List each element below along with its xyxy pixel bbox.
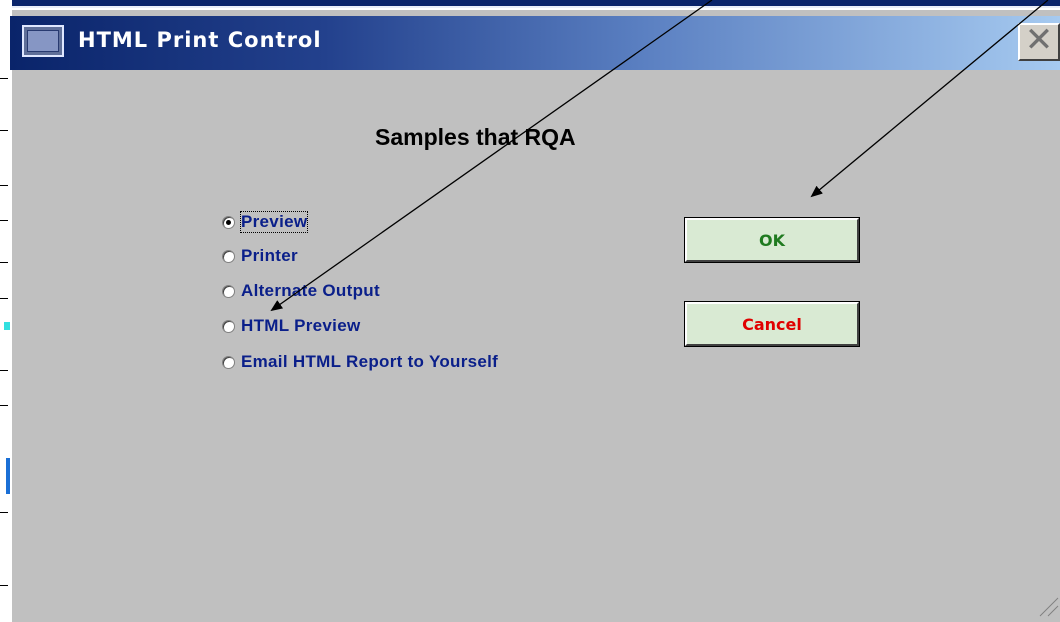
top-edge (0, 0, 1060, 8)
option-label: HTML Preview (241, 316, 361, 335)
option-label: Email HTML Report to Yourself (241, 352, 499, 371)
window-title: HTML Print Control (78, 28, 322, 52)
radio-preview[interactable] (222, 215, 235, 229)
option-alternate-output[interactable]: Alternate Output (222, 279, 380, 303)
option-email-html-report[interactable]: Email HTML Report to Yourself (222, 350, 498, 374)
option-label: Alternate Output (241, 281, 380, 300)
strip-tick (0, 405, 8, 406)
option-label: Printer (241, 246, 298, 265)
option-html-preview[interactable]: HTML Preview (222, 314, 361, 338)
strip-tick (0, 130, 8, 131)
option-label: Preview (239, 211, 309, 233)
close-button[interactable]: ✕ (1018, 23, 1060, 61)
radio-printer[interactable] (222, 249, 235, 263)
cancel-button[interactable]: Cancel (684, 301, 860, 347)
strip-tick (0, 78, 8, 79)
report-heading: Samples that RQA (375, 124, 576, 150)
strip-tick (0, 298, 8, 299)
strip-tick (0, 185, 8, 186)
close-icon: ✕ (1024, 20, 1054, 60)
option-preview[interactable]: Preview (222, 210, 309, 234)
strip-tick (0, 262, 8, 263)
radio-email-html-report[interactable] (222, 355, 235, 369)
strip-tick (0, 220, 8, 221)
radio-alternate-output[interactable] (222, 284, 235, 298)
option-printer[interactable]: Printer (222, 244, 298, 268)
title-bar[interactable]: HTML Print Control ✕ (10, 16, 1060, 70)
strip-tick (0, 370, 8, 371)
radio-html-preview[interactable] (222, 319, 235, 333)
window-icon (22, 25, 64, 57)
ok-button[interactable]: OK (684, 217, 860, 263)
strip-tick (0, 585, 8, 586)
strip-tick (0, 512, 8, 513)
print-control-dialog (10, 8, 1060, 622)
